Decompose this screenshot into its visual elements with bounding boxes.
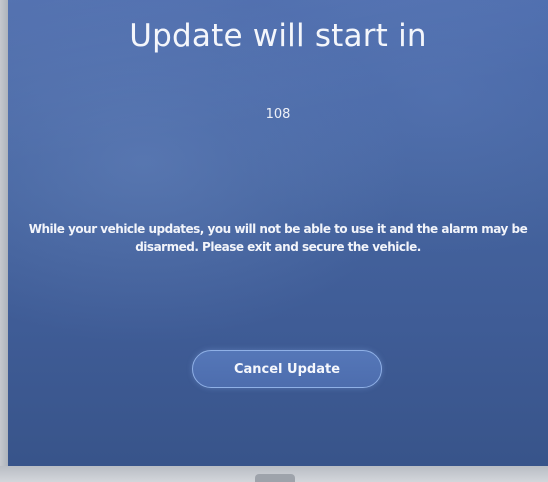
warning-message-line-2: disarmed. Please exit and secure the veh… [135,240,421,254]
warning-message-line-1: While your vehicle updates, you will not… [28,222,528,236]
device-frame: Update will start in 108 While your vehi… [0,0,548,482]
countdown-value: 108 [265,107,291,122]
update-title: Update will start in [129,18,427,54]
update-warning-message: While your vehicle updates, you will not… [14,220,542,256]
screen-bezel-left [0,0,8,466]
bezel-notch [255,474,295,482]
update-screen: Update will start in 108 While your vehi… [8,0,548,466]
cancel-update-button[interactable]: Cancel Update [192,350,382,388]
